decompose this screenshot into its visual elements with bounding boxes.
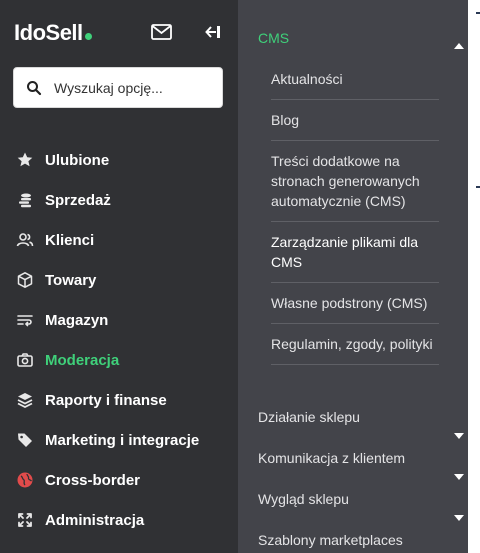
panel-sections: Działanie sklepu Komunikacja z klientem … bbox=[258, 397, 472, 553]
nav-item-moderacja[interactable]: Moderacja bbox=[0, 340, 238, 380]
section-wyglad-sklepu[interactable]: Wygląd sklepu bbox=[258, 479, 472, 521]
nav-label: Moderacja bbox=[45, 351, 120, 369]
layers-icon bbox=[16, 391, 34, 409]
cms-submenu: Aktualności Blog Treści dodatkowe na str… bbox=[271, 59, 439, 365]
search-input[interactable] bbox=[54, 68, 218, 107]
nav-label: Marketing i integracje bbox=[45, 431, 200, 449]
nav-item-cross-border[interactable]: Cross-border bbox=[0, 460, 238, 500]
search-box bbox=[13, 67, 223, 108]
nav-label: Cross-border bbox=[45, 471, 141, 489]
cms-section-header[interactable]: CMS bbox=[258, 30, 472, 50]
section-label: Wygląd sklepu bbox=[258, 491, 349, 507]
brand-dot-icon bbox=[84, 33, 92, 40]
chevron-down-icon bbox=[454, 496, 464, 521]
box-icon bbox=[16, 271, 34, 289]
submenu-panel: CMS Aktualności Blog Treści dodatkowe na… bbox=[238, 0, 468, 553]
camera-icon bbox=[16, 351, 34, 369]
search-icon bbox=[26, 80, 42, 96]
submenu-item-wlasne-podstrony[interactable]: Własne podstrony (CMS) bbox=[271, 283, 439, 324]
nav-item-marketing[interactable]: Marketing i integracje bbox=[0, 420, 238, 460]
nav-item-sprzedaz[interactable]: Sprzedaż bbox=[0, 180, 238, 220]
brand-name-sell: Sell bbox=[45, 20, 84, 45]
cms-section-label: CMS bbox=[258, 30, 290, 46]
globe-icon bbox=[16, 471, 34, 489]
nav-item-raporty[interactable]: Raporty i finanse bbox=[0, 380, 238, 420]
section-label: Komunikacja z klientem bbox=[258, 450, 406, 466]
nav-label: Raporty i finanse bbox=[45, 391, 167, 409]
mail-icon[interactable] bbox=[150, 22, 174, 42]
submenu-item-aktualnosci[interactable]: Aktualności bbox=[271, 59, 439, 100]
nav-label: Sprzedaż bbox=[45, 191, 111, 209]
nav-label: Magazyn bbox=[45, 311, 109, 329]
background-mark bbox=[476, 12, 480, 14]
chevron-up-icon bbox=[454, 36, 464, 49]
chevron-down-icon bbox=[454, 414, 464, 439]
background-mark bbox=[476, 186, 480, 188]
coins-icon bbox=[16, 191, 34, 209]
submenu-item-blog[interactable]: Blog bbox=[271, 100, 439, 141]
submenu-item-zarzadzanie-plikami[interactable]: Zarządzanie plikami dla CMS bbox=[271, 222, 439, 283]
brand-logo[interactable]: IdoSell bbox=[14, 20, 92, 46]
collapse-sidebar-icon[interactable] bbox=[204, 22, 228, 42]
submenu-item-tresci-dodatkowe[interactable]: Treści dodatkowe na stronach generowanyc… bbox=[271, 141, 439, 222]
nav-label: Ulubione bbox=[45, 151, 110, 169]
nav-item-administracja[interactable]: Administracja bbox=[0, 500, 238, 540]
warehouse-icon bbox=[16, 311, 34, 329]
submenu-item-regulamin[interactable]: Regulamin, zgody, polityki bbox=[271, 324, 439, 365]
section-komunikacja[interactable]: Komunikacja z klientem bbox=[258, 438, 472, 480]
users-icon bbox=[16, 231, 34, 249]
nav-item-magazyn[interactable]: Magazyn bbox=[0, 300, 238, 340]
nav-item-towary[interactable]: Towary bbox=[0, 260, 238, 300]
nav-label: Administracja bbox=[45, 511, 145, 529]
brand-name-do: do bbox=[19, 20, 46, 45]
section-label: Szablony marketplaces bbox=[258, 532, 403, 548]
sidebar: IdoSell Ulubione Sprzedaż Klienci Towary bbox=[0, 0, 238, 553]
expand-icon bbox=[16, 511, 34, 529]
nav-item-klienci[interactable]: Klienci bbox=[0, 220, 238, 260]
nav-label: Towary bbox=[45, 271, 97, 289]
chevron-down-icon bbox=[454, 455, 464, 480]
tag-icon bbox=[16, 431, 34, 449]
main-nav: Ulubione Sprzedaż Klienci Towary Magazyn… bbox=[0, 140, 238, 540]
section-szablony-marketplaces[interactable]: Szablony marketplaces bbox=[258, 520, 472, 553]
nav-label: Klienci bbox=[45, 231, 95, 249]
star-icon bbox=[16, 151, 34, 169]
section-label: Działanie sklepu bbox=[258, 409, 360, 425]
nav-item-ulubione[interactable]: Ulubione bbox=[0, 140, 238, 180]
section-dzialanie-sklepu[interactable]: Działanie sklepu bbox=[258, 397, 472, 439]
background-content bbox=[468, 0, 480, 553]
